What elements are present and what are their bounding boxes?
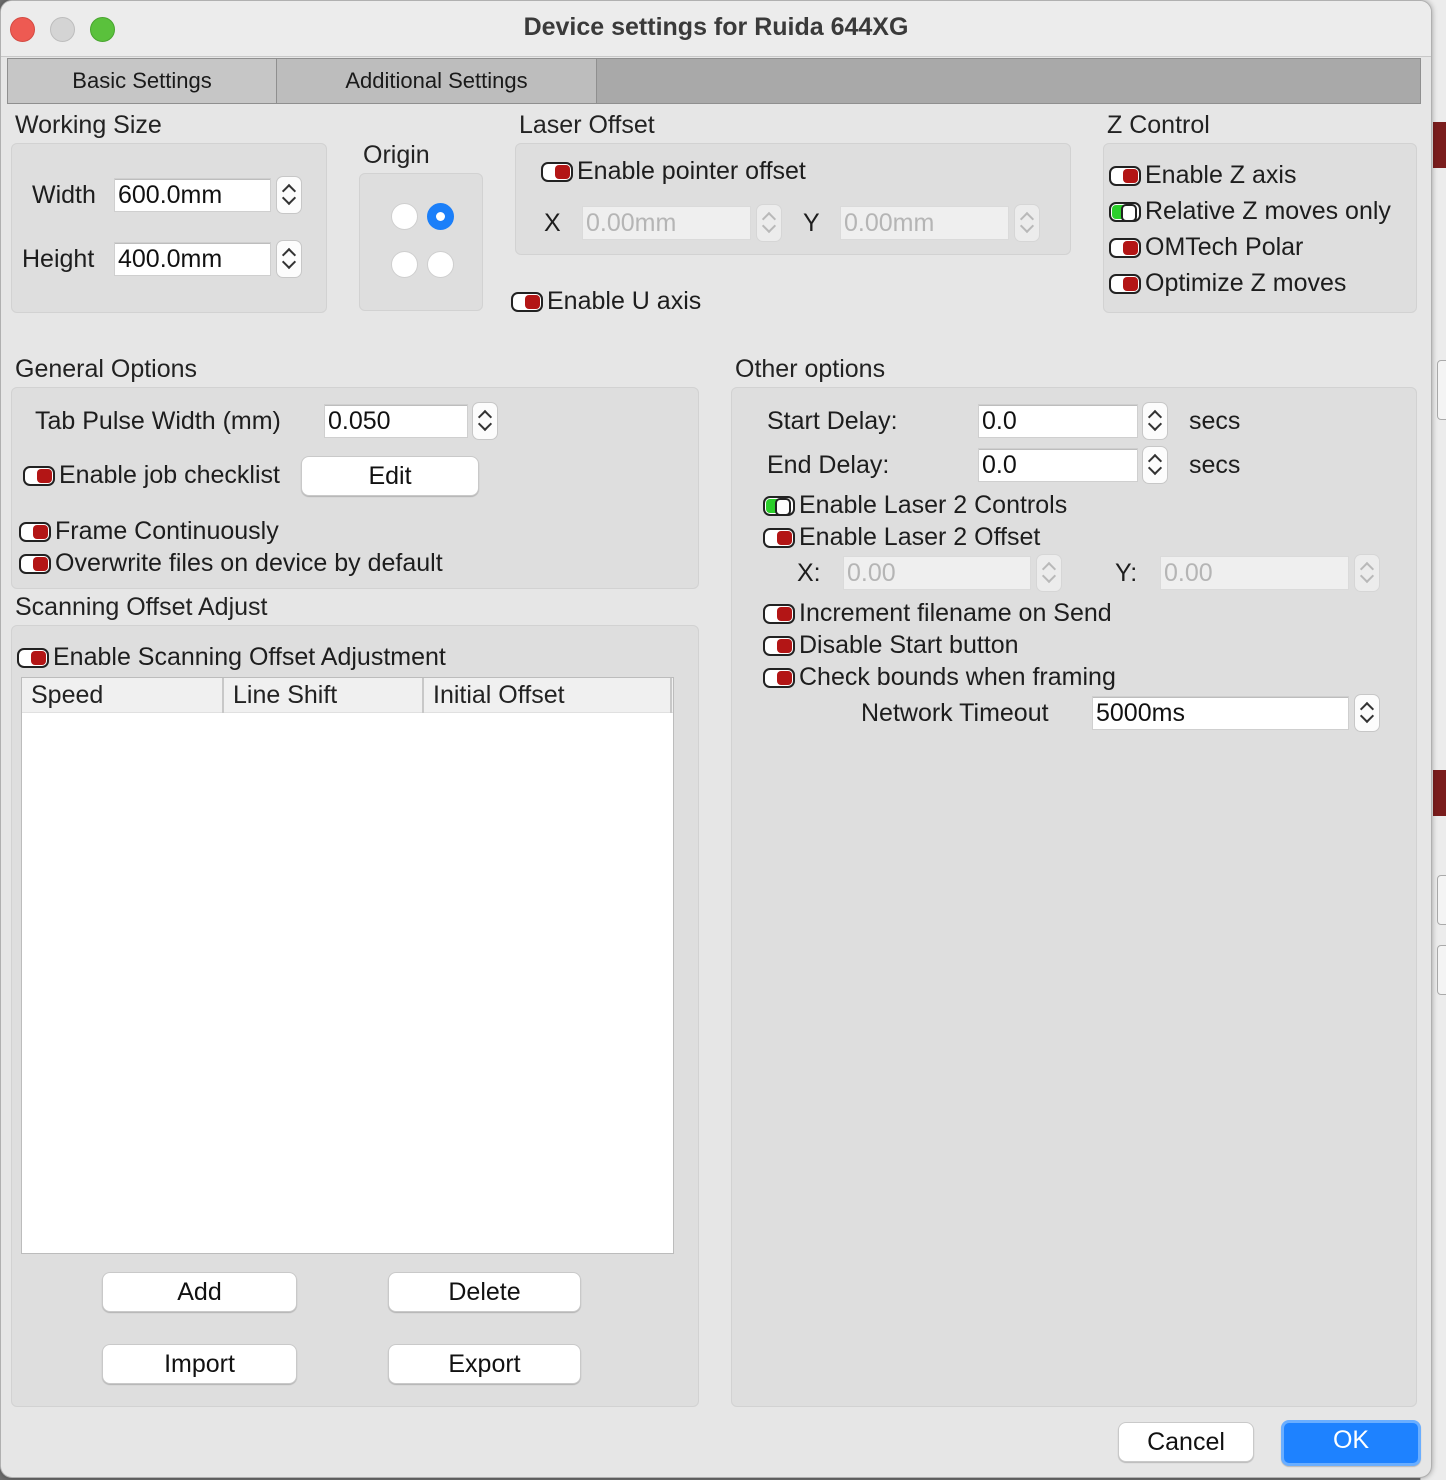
add-button[interactable]: Add [102,1272,297,1312]
ok-button[interactable]: OK [1281,1420,1421,1466]
laser2-y-input[interactable]: 0.00 [1160,556,1349,590]
title-bar: Device settings for Ruida 644XG [1,1,1431,57]
working-size-group [11,143,327,313]
start-delay-label: Start Delay: [767,407,898,435]
overwrite-files-label: Overwrite files on device by default [55,549,443,577]
background-box [1437,360,1446,420]
scanning-offset-label: Enable Scanning Offset Adjustment [53,643,446,671]
optimize-z-moves-toggle[interactable] [1109,274,1141,294]
u-axis-toggle[interactable] [511,292,543,312]
optimize-z-moves-label: Optimize Z moves [1145,269,1347,297]
laser2-controls-toggle[interactable] [763,496,795,516]
origin-top-right-radio[interactable] [427,203,454,230]
pointer-offset-y-label: Y [803,209,820,237]
column-header-initial-offset[interactable]: Initial Offset [422,678,672,713]
omtech-polar-toggle[interactable] [1109,238,1141,258]
network-timeout-label: Network Timeout [861,699,1049,727]
scanning-offset-toggle[interactable] [17,648,49,668]
increment-filename-label: Increment filename on Send [799,599,1112,627]
cancel-button[interactable]: Cancel [1118,1422,1254,1462]
laser-offset-title: Laser Offset [519,111,655,139]
z-control-title: Z Control [1107,111,1210,139]
width-stepper[interactable] [276,176,302,214]
column-header-line-shift[interactable]: Line Shift [222,678,422,713]
end-delay-stepper[interactable] [1142,446,1168,484]
disable-start-label: Disable Start button [799,631,1019,659]
network-timeout-stepper[interactable] [1354,694,1380,732]
origin-title: Origin [363,141,430,169]
export-button[interactable]: Export [388,1344,581,1384]
tab-pulse-width-label: Tab Pulse Width (mm) [35,407,281,435]
scanning-offset-title: Scanning Offset Adjust [15,593,268,621]
start-delay-stepper[interactable] [1142,402,1168,440]
start-delay-input[interactable]: 0.0 [978,404,1138,438]
column-header-speed[interactable]: Speed [22,678,222,713]
network-timeout-input[interactable]: 5000ms [1092,696,1349,730]
laser2-controls-label: Enable Laser 2 Controls [799,491,1068,519]
edit-checklist-button[interactable]: Edit [301,456,479,496]
tab-additional-settings[interactable]: Additional Settings [277,59,597,103]
overwrite-files-toggle[interactable] [19,554,51,574]
origin-top-left-radio[interactable] [391,203,418,230]
tab-pulse-width-stepper[interactable] [472,402,498,440]
start-delay-unit: secs [1189,407,1241,435]
background-box [1437,875,1446,925]
check-bounds-toggle[interactable] [763,668,795,688]
height-stepper[interactable] [276,240,302,278]
device-settings-dialog: Device settings for Ruida 644XG Basic Se… [0,0,1432,1478]
origin-bottom-left-radio[interactable] [391,251,418,278]
enable-z-axis-toggle[interactable] [1109,166,1141,186]
tab-basic-settings[interactable]: Basic Settings [8,59,277,103]
frame-continuously-label: Frame Continuously [55,517,279,545]
pointer-offset-y-input[interactable]: 0.00mm [840,206,1009,240]
laser2-x-input[interactable]: 0.00 [843,556,1031,590]
end-delay-unit: secs [1189,451,1241,479]
laser2-x-stepper[interactable] [1036,554,1062,592]
u-axis-label: Enable U axis [547,287,702,315]
job-checklist-label: Enable job checklist [59,461,280,489]
scanning-offset-table[interactable]: Speed Line Shift Initial Offset [21,677,674,1254]
pointer-offset-x-input[interactable]: 0.00mm [582,206,751,240]
height-label: Height [22,245,95,273]
relative-z-moves-label: Relative Z moves only [1145,197,1391,225]
origin-bottom-right-radio[interactable] [427,251,454,278]
pointer-offset-x-stepper[interactable] [756,204,782,242]
job-checklist-toggle[interactable] [23,466,55,486]
width-input[interactable]: 600.0mm [114,178,271,212]
width-label: Width [32,181,96,209]
disable-start-toggle[interactable] [763,636,795,656]
laser2-offset-toggle[interactable] [763,528,795,548]
background-box [1437,945,1446,995]
pointer-offset-x-label: X [544,209,561,237]
background-strip [1433,122,1446,168]
pointer-offset-toggle[interactable] [541,162,573,182]
pointer-offset-y-stepper[interactable] [1014,204,1040,242]
laser2-y-label: Y: [1115,559,1138,587]
laser2-offset-label: Enable Laser 2 Offset [799,523,1041,551]
relative-z-moves-toggle[interactable] [1109,202,1141,222]
other-options-title: Other options [735,355,886,383]
import-button[interactable]: Import [102,1344,297,1384]
tab-bar: Basic Settings Additional Settings [7,58,1421,104]
window-title: Device settings for Ruida 644XG [523,13,909,41]
pointer-offset-label: Enable pointer offset [577,157,806,185]
check-bounds-label: Check bounds when framing [799,663,1116,691]
end-delay-input[interactable]: 0.0 [978,448,1138,482]
height-input[interactable]: 400.0mm [114,242,271,276]
working-size-title: Working Size [15,111,162,139]
omtech-polar-label: OMTech Polar [1145,233,1304,261]
background-strip [1433,770,1446,816]
table-header: Speed Line Shift Initial Offset [22,678,673,713]
origin-group [359,173,483,311]
end-delay-label: End Delay: [767,451,890,479]
laser2-y-stepper[interactable] [1354,554,1380,592]
tab-pulse-width-input[interactable]: 0.050 [324,404,468,438]
frame-continuously-toggle[interactable] [19,522,51,542]
general-options-title: General Options [15,355,198,383]
delete-button[interactable]: Delete [388,1272,581,1312]
increment-filename-toggle[interactable] [763,604,795,624]
laser2-x-label: X: [797,559,821,587]
enable-z-axis-label: Enable Z axis [1145,161,1297,189]
